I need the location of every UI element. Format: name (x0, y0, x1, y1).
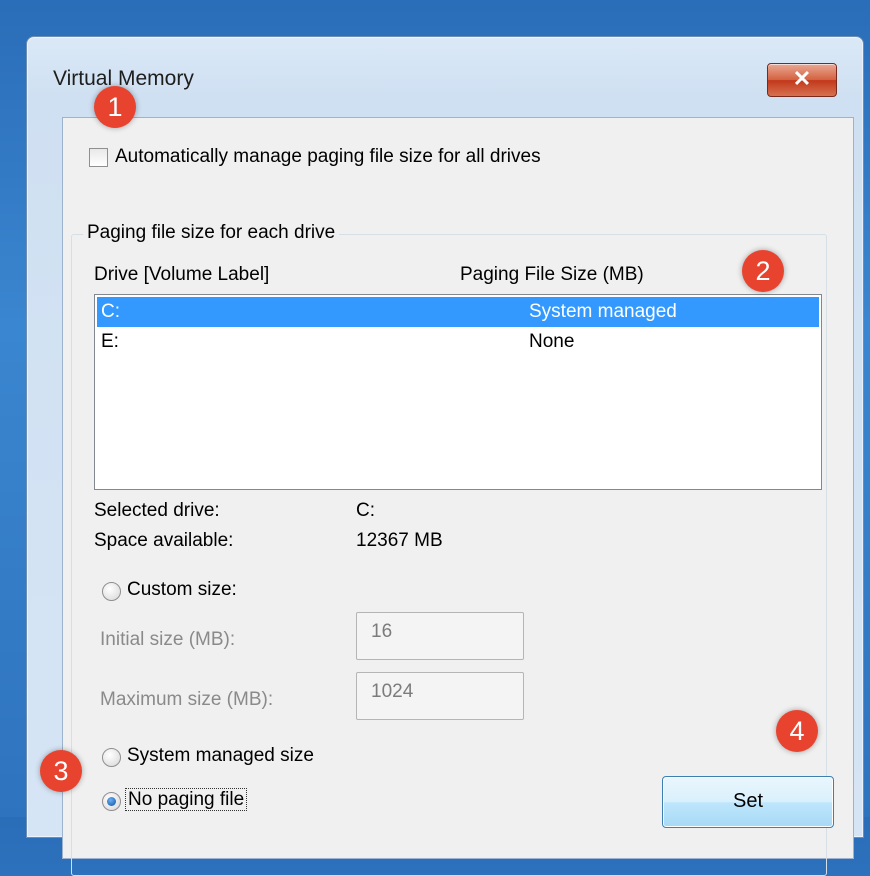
drive-list[interactable]: C: System managed E: None (94, 294, 822, 490)
callout-badge-2: 2 (742, 250, 784, 292)
close-button[interactable]: ✕ (767, 63, 837, 97)
dialog-client-area: Automatically manage paging file size fo… (62, 117, 854, 876)
auto-manage-checkbox[interactable] (89, 148, 108, 167)
drive-row-c[interactable]: C: System managed (97, 297, 819, 327)
system-managed-radio[interactable] (102, 748, 121, 767)
paging-group-title: Paging file size for each drive (83, 222, 340, 244)
drive-paging-size: None (529, 331, 575, 352)
initial-size-label: Initial size (MB): (100, 629, 236, 650)
set-button[interactable]: Set (662, 776, 834, 828)
no-paging-file-text: No paging file (125, 788, 248, 811)
no-paging-file-label[interactable]: No paging file (125, 788, 248, 811)
auto-manage-label[interactable]: Automatically manage paging file size fo… (115, 146, 541, 168)
callout-badge-1: 1 (94, 86, 136, 128)
drive-letter: C: (101, 301, 120, 322)
close-icon: ✕ (792, 66, 812, 91)
column-header-size: Paging File Size (MB) (460, 264, 644, 285)
virtual-memory-window: Virtual Memory ✕ Automatically manage pa… (26, 36, 864, 876)
maximum-size-label: Maximum size (MB): (100, 689, 274, 710)
callout-badge-3: 3 (40, 750, 82, 792)
drive-row-e[interactable]: E: None (97, 327, 819, 357)
custom-size-label[interactable]: Custom size: (127, 579, 237, 601)
space-available-value: 12367 MB (356, 530, 443, 551)
drive-letter: E: (101, 331, 119, 352)
initial-size-input[interactable]: 16 (356, 612, 524, 660)
no-paging-file-radio[interactable] (102, 792, 121, 811)
selected-drive-value: C: (356, 500, 375, 521)
selected-drive-label: Selected drive: (94, 500, 220, 521)
custom-size-radio[interactable] (102, 582, 121, 601)
column-header-drive: Drive [Volume Label] (94, 264, 270, 285)
callout-badge-4: 4 (776, 710, 818, 752)
maximum-size-input[interactable]: 1024 (356, 672, 524, 720)
system-managed-label[interactable]: System managed size (127, 745, 314, 767)
drive-paging-size: System managed (529, 301, 677, 322)
space-available-label: Space available: (94, 530, 234, 551)
